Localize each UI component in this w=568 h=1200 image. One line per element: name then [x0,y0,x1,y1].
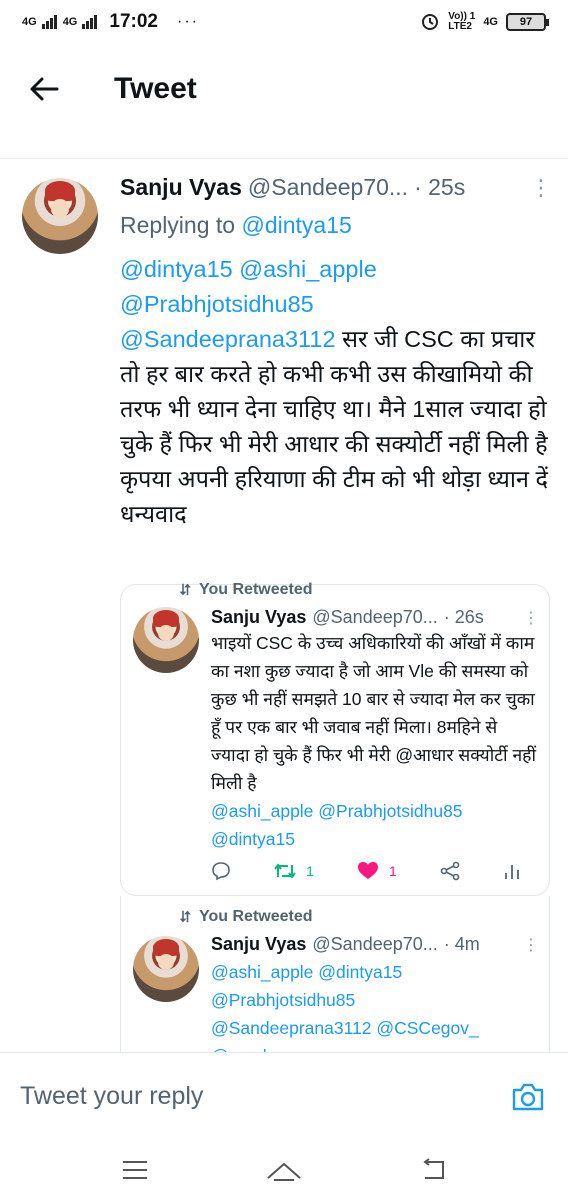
back-button[interactable] [14,59,74,119]
status-right: Vo)) 1 LTE2 4G 97 [420,11,549,34]
like-count: 1 [388,863,397,879]
tweet-actions: 1 1 [211,861,521,881]
retweet-icon [274,863,296,879]
share-button[interactable] [440,861,460,881]
lte-label: LTE2 [448,21,472,32]
reply-composer: Tweet your reply [0,1052,568,1140]
retweet-icon: ⮃ [179,581,192,599]
tweet-header: Sanju Vyas @Sandeep70... · 26s ⋮ [211,607,541,628]
quoted-tweet-card[interactable]: ⮃ You Retweeted Sanju Vyas @Sandeep70...… [120,581,550,896]
user-handle[interactable]: @Sandeep70... [312,934,437,955]
tweet-time: · 4m [443,934,480,954]
clock: 17:02 [109,11,158,32]
reply-icon [212,862,230,881]
signal-icon [41,15,58,29]
heart-icon [357,862,378,879]
mention-link[interactable]: @dintya15 @ashi_apple [120,256,377,282]
retweet-icon: ⮃ [179,908,192,926]
user-handle[interactable]: @Sandeep70... [312,607,437,628]
more-icon[interactable]: ⋮ [521,608,541,628]
tweet-header: Sanju Vyas @Sandeep70... · 4m ⋮ [211,934,541,955]
avatar[interactable] [133,607,199,673]
home-button[interactable] [254,1150,314,1190]
system-nav-bar [0,1140,568,1200]
tweet-content: सर जी CSC का प्रचार तो हर बार करते हो कभ… [120,326,548,527]
display-name[interactable]: Sanju Vyas [211,607,306,628]
retweet-button[interactable]: 1 [274,861,314,881]
display-name[interactable]: Sanju Vyas [120,174,242,201]
menu-icon [122,1161,147,1179]
mention-link[interactable]: @Prabhjotsidhu85 [211,990,355,1010]
retweet-label-text: You Retweeted [199,581,313,598]
tweet-header: Sanju Vyas @Sandeep70... · 25s ⋮ [120,174,552,201]
mention-link[interactable]: @Sandeeprana3112 @CSCegov_ [211,1018,479,1038]
mention-link[interactable]: @Sandeeprana3112 [120,326,336,352]
home-icon [267,1162,301,1181]
mention-link[interactable]: @Prabhjotsidhu85 [120,291,314,317]
volte-indicator: Vo)) 1 LTE2 [448,12,475,32]
mention-link[interactable]: @dintya15 [211,829,295,849]
quoted-tweet-card[interactable]: ⮃ You Retweeted Sanju Vyas @Sandeep70...… [120,896,550,1066]
signal-icon [82,15,98,29]
network-type-3: 4G [483,15,498,28]
mention-link[interactable]: @ashi_apple @Prabhjotsidhu85 [211,801,463,821]
back-nav-button[interactable] [403,1150,463,1190]
replying-prefix: Replying to [120,212,242,238]
tweet-time: · 25s [414,174,466,200]
alarm-icon [420,11,440,34]
more-icon[interactable]: ⋮ [530,175,552,201]
status-bar: 4G 4G 17:02 ··· Vo)) 1 LTE2 4G 97 [0,0,568,44]
retweet-label-text: You Retweeted [199,908,313,925]
back-arrow-icon [30,77,59,101]
replying-to: Replying to @dintya15 [120,212,352,239]
replying-handle-link[interactable]: @dintya15 [241,212,351,238]
camera-button[interactable] [508,1077,548,1117]
network-type-2: 4G [62,15,78,28]
retweet-label: ⮃ You Retweeted [179,581,313,599]
tweet-text: भाइयों CSC के उच्च अधिकारियों की आँखों म… [211,629,536,853]
display-name[interactable]: Sanju Vyas [211,934,306,955]
share-icon [440,861,460,881]
user-handle[interactable]: @Sandeep70... [248,174,408,201]
tweet-time: · 26s [443,607,484,627]
analytics-icon [505,865,519,879]
reply-button[interactable] [211,861,231,881]
tweet-text: @dintya15 @ashi_apple @Prabhjotsidhu85 @… [120,252,558,532]
header-divider [0,158,568,159]
avatar[interactable] [133,936,199,1002]
analytics-button[interactable] [503,861,521,881]
mention-link[interactable]: @ashi_apple @dintya15 [211,962,402,982]
notification-dots: ··· [176,13,199,30]
app-header: Tweet [0,44,568,134]
more-icon[interactable]: ⋮ [521,935,541,955]
reply-input[interactable]: Tweet your reply [20,1082,508,1111]
back-nav-icon [423,1158,445,1179]
battery-icon: 97 [506,13,549,31]
camera-icon [512,1083,544,1110]
retweet-count: 1 [306,863,314,879]
menu-button[interactable] [105,1150,165,1190]
retweet-label: ⮃ You Retweeted [179,908,313,926]
page-title: Tweet [114,72,197,105]
battery-level: 97 [519,16,533,28]
like-button[interactable]: 1 [357,861,397,881]
status-left: 4G 4G 17:02 ··· [22,11,199,33]
tweet-content: भाइयों CSC के उच्च अधिकारियों की आँखों म… [211,633,536,793]
scrolled-content-fragment [40,126,530,134]
network-type-1: 4G [22,15,37,28]
avatar[interactable] [22,178,98,254]
